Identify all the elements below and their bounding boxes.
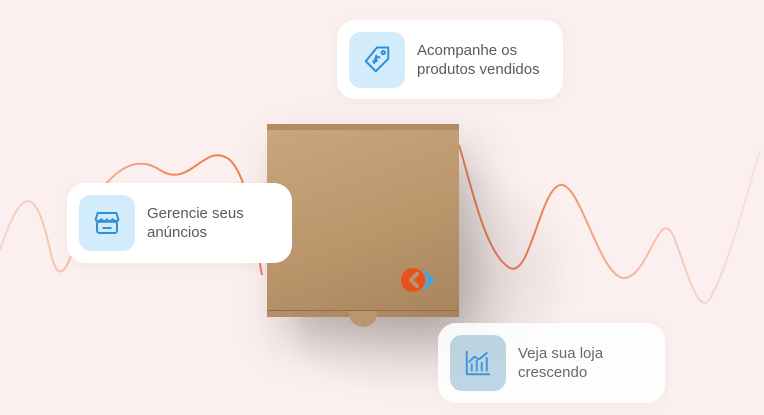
feature-card-store-growth: Veja sua loja crescendo — [438, 323, 665, 403]
cardboard-box-image — [267, 124, 459, 327]
icon-tile — [349, 31, 405, 88]
icon-tile — [450, 335, 506, 391]
icon-tile — [79, 195, 135, 251]
box-top-edge — [267, 124, 459, 130]
bar-chart-icon — [465, 350, 491, 376]
price-tag-icon — [364, 46, 390, 72]
card-text-line2: produtos vendidos — [417, 60, 540, 78]
brand-logo — [401, 268, 435, 292]
card-text-line1: Veja sua loja — [518, 345, 604, 362]
card-text-line2: crescendo — [518, 364, 588, 381]
card-text-line1: Acompanhe os — [417, 41, 518, 59]
feature-card-sold-products: Acompanhe os produtos vendidos — [337, 20, 563, 99]
card-text-line2: anúncios — [147, 224, 208, 241]
storefront-icon — [94, 212, 120, 234]
card-text-line1: Gerencie seus — [147, 205, 244, 222]
feature-card-manage-listings: Gerencie seus anúncios — [67, 183, 292, 263]
